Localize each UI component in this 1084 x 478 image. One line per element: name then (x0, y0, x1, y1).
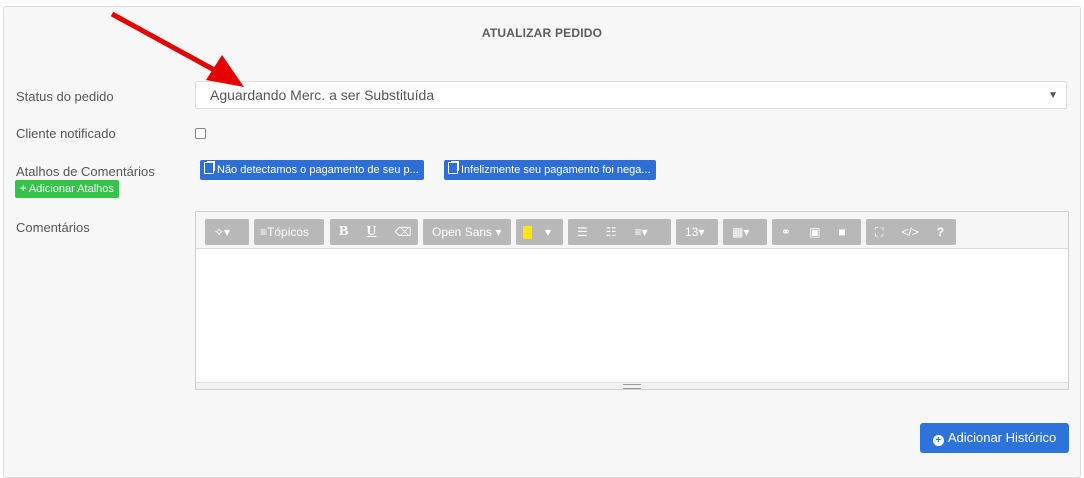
font-family-dropdown[interactable]: Open Sans ▾ (423, 219, 511, 245)
insert-group: ⚭ ▣ ■ (772, 219, 861, 245)
shortcut-button-2[interactable]: Infelizmente seu pagamento foi nega... (444, 160, 656, 180)
align-dropdown-icon[interactable]: ≡▾ (626, 219, 657, 245)
highlight-color-button[interactable] (516, 219, 539, 245)
fullscreen-icon[interactable]: ⛶ (866, 219, 892, 245)
copy-icon (448, 162, 458, 174)
font-label: Open Sans (432, 225, 493, 239)
style-dropdown[interactable]: ≡Tópicos (254, 219, 324, 245)
notified-label: Cliente notificado (16, 126, 116, 141)
editor-toolbar: ✧▾ ≡Tópicos B U ⌫ Open Sans ▾ ▾ ☰ ☷ ≡▾ 1… (196, 212, 1068, 249)
highlight-icon (523, 226, 532, 240)
table-dropdown[interactable]: ▦▾ (723, 219, 767, 245)
notified-checkbox[interactable] (195, 128, 206, 139)
comments-label: Comentários (16, 220, 90, 235)
code-view-button[interactable]: </> (892, 219, 927, 245)
color-group: ▾ (516, 219, 563, 245)
magic-wand-icon: ✧▾ (214, 225, 231, 239)
list-icon: ≡ (260, 225, 268, 239)
eraser-button[interactable]: ⌫ (385, 219, 420, 245)
font-size-label: 13 (685, 225, 699, 239)
shortcuts-label: Atalhos de Comentários (16, 164, 155, 179)
style-label: Tópicos (267, 225, 310, 239)
color-dropdown-icon[interactable]: ▾ (539, 219, 557, 245)
editor-resize-handle[interactable] (196, 382, 1068, 389)
plus-circle-icon: + (932, 435, 944, 446)
view-group: ⛶ </> ? (866, 219, 956, 245)
add-shortcut-button[interactable]: + Adicionar Atalhos (15, 180, 119, 198)
bullet-list-icon[interactable]: ☰ (568, 219, 597, 245)
ordered-list-icon[interactable]: ☷ (597, 219, 626, 245)
grip-icon (623, 384, 641, 389)
video-icon[interactable]: ■ (829, 219, 854, 245)
underline-button[interactable]: U (357, 219, 385, 245)
status-select[interactable]: Aguardando Merc. a ser Substituída ▼ (195, 81, 1067, 109)
add-history-button[interactable]: + Adicionar Histórico (920, 423, 1069, 453)
arrow-shaft (110, 11, 220, 75)
magic-wand-button[interactable]: ✧▾ (205, 219, 249, 245)
comments-editor: ✧▾ ≡Tópicos B U ⌫ Open Sans ▾ ▾ ☰ ☷ ≡▾ 1… (195, 211, 1069, 390)
caret-down-icon: ▼ (1048, 90, 1058, 101)
paragraph-group: ☰ ☷ ≡▾ (568, 219, 671, 245)
plus-icon: + (20, 183, 27, 195)
annotation-arrow (110, 11, 244, 87)
copy-icon (204, 162, 214, 174)
bold-button[interactable]: B (330, 219, 357, 245)
shortcut-button-1[interactable]: Não detectamos o pagamento de seu p... (200, 160, 424, 180)
help-button[interactable]: ? (928, 219, 953, 245)
table-icon: ▦▾ (732, 225, 750, 239)
format-group: B U ⌫ (330, 219, 418, 245)
font-size-dropdown[interactable]: 13▾ (676, 219, 718, 245)
image-icon[interactable]: ▣ (800, 219, 829, 245)
link-icon[interactable]: ⚭ (772, 219, 800, 245)
